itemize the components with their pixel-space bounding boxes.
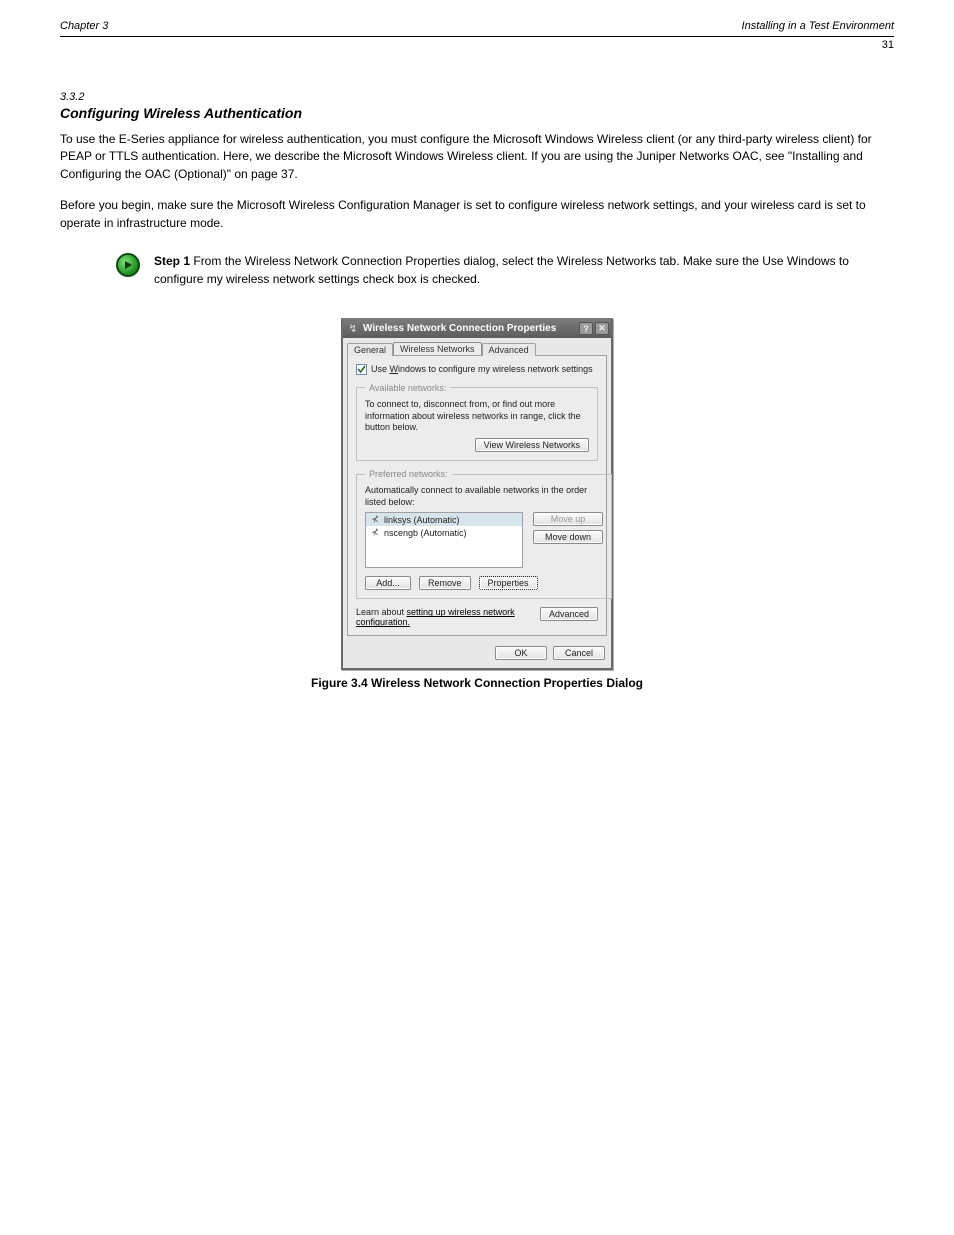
tab-panel: Use Windows to configure my wireless net… <box>347 355 607 636</box>
ok-button[interactable]: OK <box>495 646 547 660</box>
move-up-button[interactable]: Move up <box>533 512 603 526</box>
tab-strip: General Wireless Networks Advanced <box>343 338 611 355</box>
preferred-networks-group: Preferred networks: Automatically connec… <box>356 469 612 599</box>
page-number: 31 <box>60 39 894 51</box>
list-item[interactable]: ⊀ nscengb (Automatic) <box>366 526 522 539</box>
preferred-networks-list[interactable]: ⊀ linksys (Automatic) ⊀ nscengb (Automat… <box>365 512 523 568</box>
help-button[interactable]: ? <box>579 322 593 335</box>
remove-button[interactable]: Remove <box>419 576 471 590</box>
titlebar: ↯ Wireless Network Connection Properties… <box>343 320 611 338</box>
use-windows-label: Use Windows to configure my wireless net… <box>371 364 593 374</box>
header-left: Chapter 3 <box>60 20 108 32</box>
network-icon: ⊀ <box>370 527 380 538</box>
use-windows-checkbox[interactable] <box>356 364 367 375</box>
available-legend: Available networks: <box>365 383 450 393</box>
step-1: Step 1 From the Wireless Network Connect… <box>116 252 894 288</box>
list-item-label: linksys (Automatic) <box>384 515 460 525</box>
tab-wireless-networks[interactable]: Wireless Networks <box>393 342 482 355</box>
header-right: Installing in a Test Environment <box>742 20 894 32</box>
body-paragraph-2: Before you begin, make sure the Microsof… <box>60 197 894 232</box>
titlebar-title: Wireless Network Connection Properties <box>363 323 577 334</box>
section-number: 3.3.2 <box>60 91 894 103</box>
titlebar-app-icon: ↯ <box>347 323 359 335</box>
available-networks-group: Available networks: To connect to, disco… <box>356 383 598 461</box>
dialog-window: ↯ Wireless Network Connection Properties… <box>341 318 613 670</box>
move-down-button[interactable]: Move down <box>533 530 603 544</box>
play-icon <box>116 253 140 277</box>
cancel-button[interactable]: Cancel <box>553 646 605 660</box>
advanced-button[interactable]: Advanced <box>540 607 598 621</box>
network-icon: ⊀ <box>370 514 380 525</box>
available-text: To connect to, disconnect from, or find … <box>365 399 589 434</box>
close-button[interactable]: ✕ <box>595 322 609 335</box>
figure-caption: Figure 3.4 Wireless Network Connection P… <box>60 676 894 690</box>
preferred-text: Automatically connect to available netwo… <box>365 485 603 508</box>
step-text: From the Wireless Network Connection Pro… <box>154 254 849 286</box>
learn-text: Learn about setting up wireless network … <box>356 607 516 627</box>
doc-header: Chapter 3 Installing in a Test Environme… <box>60 20 894 37</box>
step-label: Step 1 <box>154 254 193 268</box>
body-paragraph-1: To use the E-Series appliance for wirele… <box>60 131 894 183</box>
list-item-label: nscengb (Automatic) <box>384 528 467 538</box>
add-button[interactable]: Add... <box>365 576 411 590</box>
properties-button[interactable]: Properties <box>479 576 538 590</box>
tab-general[interactable]: General <box>347 343 393 356</box>
preferred-legend: Preferred networks: <box>365 469 452 479</box>
section-title: Configuring Wireless Authentication <box>60 105 894 121</box>
figure: ↯ Wireless Network Connection Properties… <box>60 318 894 690</box>
view-wireless-networks-button[interactable]: View Wireless Networks <box>475 438 589 452</box>
tab-advanced[interactable]: Advanced <box>482 343 536 356</box>
list-item[interactable]: ⊀ linksys (Automatic) <box>366 513 522 526</box>
